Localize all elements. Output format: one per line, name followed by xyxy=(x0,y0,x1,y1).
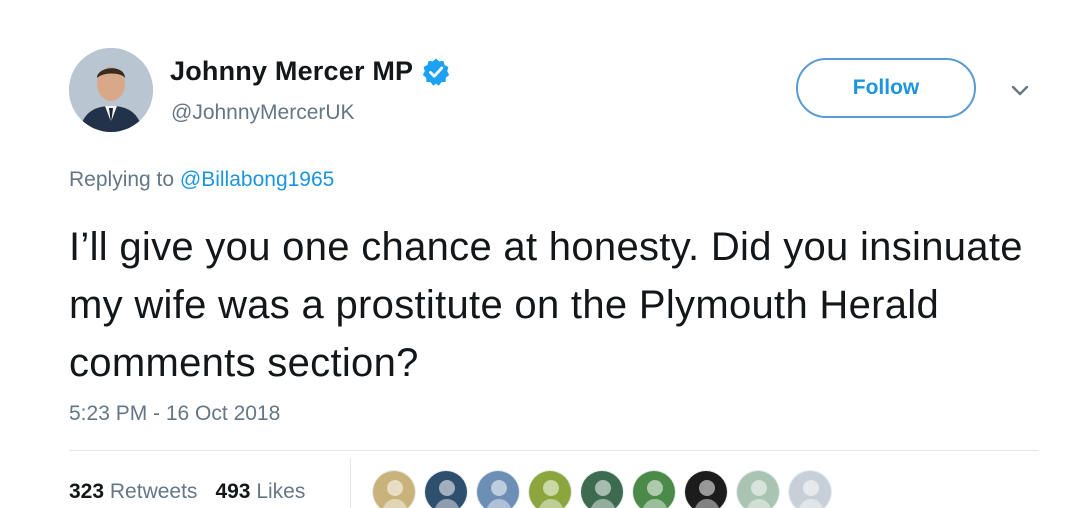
profile-photo-icon xyxy=(69,48,153,132)
liker-avatar-2[interactable] xyxy=(424,470,468,508)
replying-to-label: Replying to xyxy=(69,168,175,191)
follow-button[interactable]: Follow xyxy=(796,58,976,118)
user-avatar-icon xyxy=(789,471,831,508)
verified-badge-icon xyxy=(421,57,451,87)
tweet-timestamp[interactable]: 5:23 PM - 16 Oct 2018 xyxy=(69,402,280,426)
likes-stat[interactable]: 493 Likes xyxy=(215,480,305,504)
reply-mention-link[interactable]: @Billabong1965 xyxy=(180,168,334,191)
stats-top-divider xyxy=(69,450,1039,451)
author-display-name[interactable]: Johnny Mercer MP xyxy=(170,56,413,87)
likes-count: 493 xyxy=(215,480,251,503)
tweet-text: I’ll give you one chance at honesty. Did… xyxy=(69,225,1023,385)
tweet-card: Johnny Mercer MP @JohnnyMercerUK Follow … xyxy=(0,0,1080,508)
user-avatar-icon xyxy=(425,471,467,508)
liker-avatar-3[interactable] xyxy=(476,470,520,508)
replying-to-line: Replying to @Billabong1965 xyxy=(69,168,334,192)
author-avatar[interactable] xyxy=(69,48,153,132)
liker-avatars xyxy=(372,470,840,508)
retweets-stat[interactable]: 323 Retweets xyxy=(69,480,197,504)
engagement-stats: 323 Retweets 493 Likes xyxy=(69,480,305,504)
user-avatar-icon xyxy=(685,471,727,508)
liker-avatar-4[interactable] xyxy=(528,470,572,508)
author-handle[interactable]: @JohnnyMercerUK xyxy=(171,101,355,125)
user-avatar-icon xyxy=(529,471,571,508)
chevron-down-icon xyxy=(1011,85,1029,96)
liker-avatar-8[interactable] xyxy=(736,470,780,508)
user-avatar-icon xyxy=(633,471,675,508)
user-avatar-icon xyxy=(737,471,779,508)
retweets-count: 323 xyxy=(69,480,105,503)
liker-avatar-6[interactable] xyxy=(632,470,676,508)
liker-avatar-5[interactable] xyxy=(580,470,624,508)
user-avatar-icon xyxy=(477,471,519,508)
stats-vertical-divider xyxy=(350,458,351,508)
user-avatar-icon xyxy=(373,471,415,508)
liker-avatar-1[interactable] xyxy=(372,470,416,508)
author-name-row: Johnny Mercer MP xyxy=(170,56,451,87)
liker-avatar-9[interactable] xyxy=(788,470,832,508)
retweets-label: Retweets xyxy=(109,480,198,503)
liker-avatar-7[interactable] xyxy=(684,470,728,508)
tweet-menu-button[interactable] xyxy=(1006,78,1034,102)
user-avatar-icon xyxy=(581,471,623,508)
likes-label: Likes xyxy=(256,480,306,503)
